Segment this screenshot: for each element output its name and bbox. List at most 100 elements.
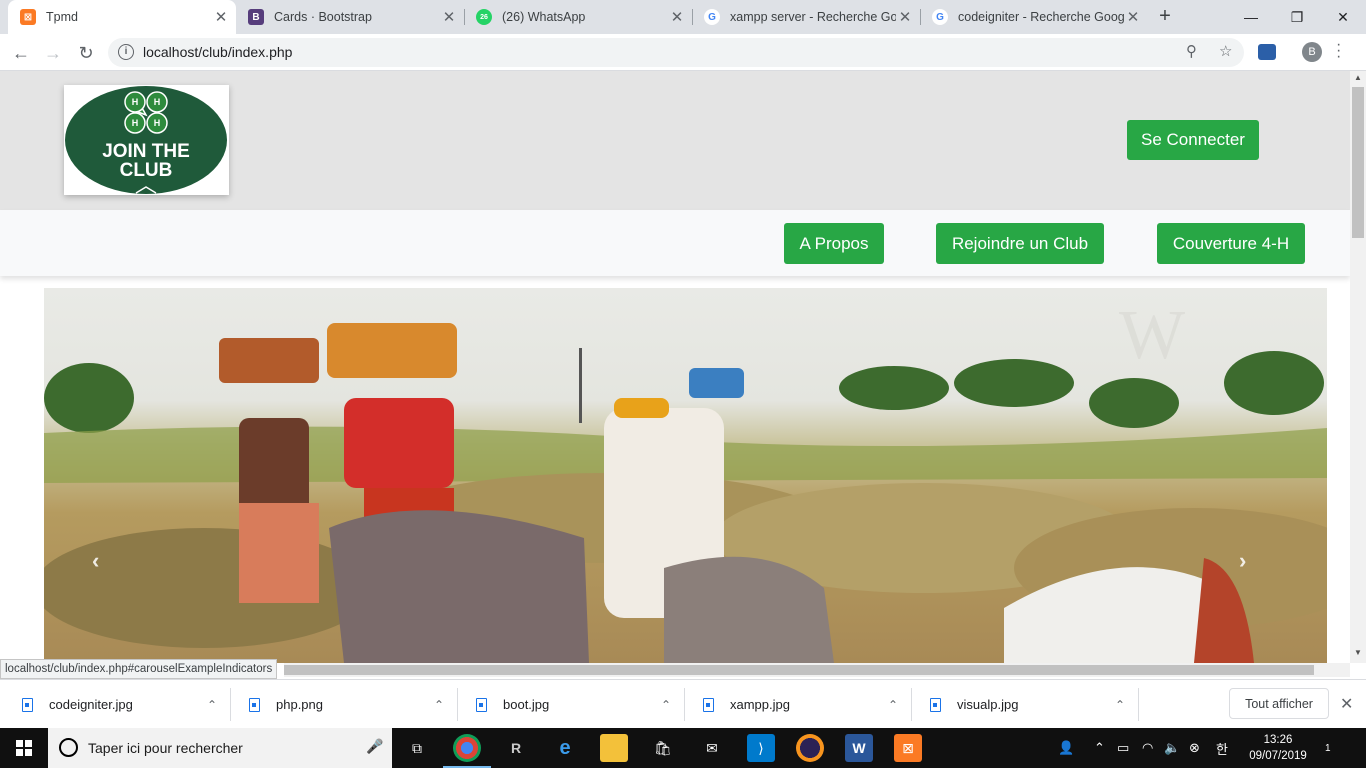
download-name: codeigniter.jpg [49,697,133,712]
close-tab-icon[interactable]: ✕ [896,8,914,26]
minimize-icon[interactable]: — [1228,0,1274,34]
windows-logo-icon [16,740,32,756]
nav-rejoindre-club[interactable]: Rejoindre un Club [936,223,1104,264]
browser-menu-icon[interactable]: · · · [1336,37,1341,65]
carousel-next-icon[interactable]: › [1239,548,1246,574]
carousel-prev-icon[interactable]: ‹ [92,548,99,574]
svg-text:H: H [132,118,139,128]
show-all-button[interactable]: Tout afficher [1229,688,1329,719]
word-icon[interactable]: W [845,734,873,762]
r-studio-icon[interactable]: R [502,734,530,762]
nav-couverture-4h[interactable]: Couverture 4-H [1157,223,1305,264]
reload-icon[interactable]: ↻ [73,40,99,66]
battery-icon[interactable]: ▭ [1117,728,1129,768]
eclipse-icon[interactable] [796,734,824,762]
xampp-icon[interactable]: ⊠ [894,734,922,762]
nav-a-propos[interactable]: A Propos [784,223,884,264]
status-url: localhost/club/index.php#carouselExample… [0,659,278,679]
close-tab-icon[interactable]: ✕ [440,8,458,26]
image-file-icon [930,697,941,712]
close-shelf-icon[interactable]: ✕ [1340,694,1353,714]
whatsapp-icon: 26 [476,9,492,25]
tab-title: xampp server - Recherche Goo [730,10,896,24]
search-placeholder[interactable]: Taper ici pour rechercher [88,740,243,756]
tab-whatsapp[interactable]: 26 (26) WhatsApp ✕ [464,0,692,34]
scrollbar-thumb[interactable] [1352,87,1364,238]
bootstrap-icon: B [248,9,264,25]
people-icon[interactable]: 👤 [1058,728,1074,768]
download-shelf: codeigniter.jpg ⌃ php.png ⌃ boot.jpg ⌃ x… [0,679,1366,728]
microphone-icon[interactable]: 🎤 [366,738,383,755]
chevron-up-icon[interactable]: ⌃ [197,698,227,712]
divider [1138,688,1139,721]
new-tab-icon[interactable]: + [1153,4,1177,28]
tab-strip: ⊠ Tpmd ✕ B Cards · Bootstrap ✕ 26 (26) W… [0,0,1366,34]
vscode-icon[interactable]: ⟩ [747,734,775,762]
scroll-up-icon[interactable]: ▲ [1354,73,1362,82]
close-tab-icon[interactable]: ✕ [1124,8,1142,26]
restore-icon[interactable]: ❐ [1274,0,1320,34]
chevron-up-icon[interactable]: ⌃ [651,698,681,712]
back-icon[interactable]: ← [8,40,34,66]
address-bar[interactable]: i localhost/club/index.php ⚲ ☆ [108,38,1244,67]
tab-xampp-search[interactable]: G xampp server - Recherche Goo ✕ [692,0,920,34]
download-item[interactable]: codeigniter.jpg ⌃ [0,680,227,729]
scroll-down-icon[interactable]: ▼ [1354,648,1362,657]
task-view-icon[interactable]: ⧉ [403,734,431,762]
svg-text:H: H [154,97,161,107]
url-text[interactable]: localhost/club/index.php [143,44,292,60]
start-button[interactable] [0,728,48,768]
mail-icon[interactable]: ✉ [698,734,726,762]
image-file-icon [476,697,487,712]
vertical-scrollbar[interactable]: ▲ ▼ [1350,71,1366,663]
wifi-icon[interactable]: ◠ [1142,728,1153,768]
chevron-up-icon[interactable]: ⌃ [878,698,908,712]
forward-icon[interactable]: → [40,40,66,66]
notification-count: 1 [1325,742,1331,754]
close-tab-icon[interactable]: ✕ [212,8,230,26]
download-name: php.png [276,697,323,712]
page-viewport: H H H H JOIN THE CLUB Se Connecter A Propo… [0,71,1350,663]
chevron-up-icon[interactable]: ⌃ [424,698,454,712]
chrome-icon[interactable] [443,734,491,768]
store-icon[interactable]: 🛍 [649,734,677,762]
file-explorer-icon[interactable] [600,734,628,762]
tab-title: Tpmd [46,10,78,24]
chevron-up-icon[interactable]: ⌃ [1105,698,1135,712]
logo-text: JOIN THE [102,141,190,162]
image-file-icon [703,697,714,712]
volume-icon[interactable]: 🔈 [1164,728,1180,768]
svg-text:H: H [154,118,161,128]
site-info-icon[interactable]: i [118,44,134,60]
se-connecter-button[interactable]: Se Connecter [1127,120,1259,160]
extension-icon[interactable] [1258,44,1276,60]
profile-avatar[interactable]: B [1302,42,1322,62]
clock[interactable]: 13:26 09/07/2019 [1248,732,1308,764]
ime-icon[interactable]: 한 [1216,728,1228,768]
tab-title: codeigniter - Recherche Googl [958,10,1124,24]
download-item[interactable]: boot.jpg ⌃ [454,680,681,729]
taskbar-search[interactable]: Taper ici pour rechercher 🎤 [48,728,392,768]
chevron-up-icon[interactable]: ⌃ [1094,728,1105,768]
browser-toolbar: ← → ↻ i localhost/club/index.php ⚲ ☆ B ·… [0,34,1366,71]
xampp-icon: ⊠ [20,9,36,25]
action-center-icon[interactable]: 1 [1325,728,1331,768]
horizontal-scrollbar[interactable] [284,663,1350,677]
tab-tpmd[interactable]: ⊠ Tpmd ✕ [8,0,236,34]
zoom-icon[interactable]: ⚲ [1186,42,1197,60]
close-tab-icon[interactable]: ✕ [668,8,686,26]
windows-taskbar: Taper ici pour rechercher 🎤 ⧉ R e 🛍 ✉ ⟩ … [0,728,1366,768]
bookmark-star-icon[interactable]: ☆ [1219,42,1232,60]
edge-icon[interactable]: e [551,734,579,762]
tab-codeigniter-search[interactable]: G codeigniter - Recherche Googl ✕ [920,0,1148,34]
error-icon[interactable]: ⊗ [1189,728,1200,768]
main-nav: A Propos Rejoindre un Club Couverture 4-… [0,210,1350,276]
scrollbar-thumb[interactable] [284,665,1314,675]
club-logo[interactable]: H H H H JOIN THE CLUB [64,85,229,195]
tab-bootstrap[interactable]: B Cards · Bootstrap ✕ [236,0,464,34]
download-item[interactable]: php.png ⌃ [227,680,454,729]
download-item[interactable]: visualp.jpg ⌃ [908,680,1135,729]
close-window-icon[interactable]: ✕ [1320,0,1366,34]
download-item[interactable]: xampp.jpg ⌃ [681,680,908,729]
google-icon: G [932,9,948,25]
